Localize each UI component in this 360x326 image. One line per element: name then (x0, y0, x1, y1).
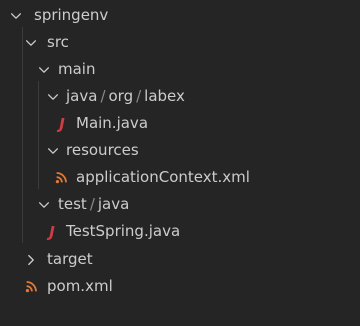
tree-item-src[interactable]: src (0, 29, 360, 56)
tree-item-label: TestSpring.java (66, 222, 181, 240)
tree-item-test-spring-java[interactable]: J TestSpring.java (0, 218, 360, 245)
path-separator: / (136, 87, 142, 105)
tree-item-test-java[interactable]: test / java (0, 191, 360, 218)
java-icon: J (49, 222, 55, 241)
chevron-down-icon[interactable] (43, 83, 63, 110)
compact-folder-path: java / org / labex (66, 86, 185, 106)
xml-rss-icon (53, 164, 69, 191)
tree-item-label: target (47, 250, 93, 268)
compact-folder-path: test / java (58, 194, 129, 214)
tree-item-main-java[interactable]: J Main.java (0, 110, 360, 137)
path-segment[interactable]: java (98, 195, 129, 213)
tree-item-java-org-labex[interactable]: java / org / labex (0, 83, 360, 110)
chevron-down-icon[interactable] (43, 137, 63, 164)
file-explorer-tree: springenv src main java / org / labex J Main… (0, 0, 360, 326)
tree-item-springenv[interactable]: springenv (0, 2, 360, 29)
tree-item-label: resources (66, 141, 139, 159)
tree-item-main[interactable]: main (0, 56, 360, 83)
tree-item-pom-xml[interactable]: pom.xml (0, 273, 360, 300)
path-separator: / (100, 87, 106, 105)
path-segment[interactable]: java (66, 87, 97, 105)
xml-rss-icon (23, 273, 39, 300)
tree-item-application-context-xml[interactable]: applicationContext.xml (0, 164, 360, 191)
path-segment[interactable]: labex (144, 87, 185, 105)
tree-item-label: applicationContext.xml (76, 168, 250, 186)
path-segment[interactable]: test (58, 195, 87, 213)
chevron-down-icon[interactable] (21, 29, 41, 56)
tree-item-label: Main.java (76, 114, 149, 132)
java-icon: J (59, 114, 65, 133)
tree-item-label: src (47, 33, 69, 51)
tree-item-label: pom.xml (47, 277, 113, 295)
chevron-down-icon[interactable] (34, 56, 54, 83)
tree-item-label: springenv (34, 6, 109, 24)
path-separator: / (89, 195, 95, 213)
path-segment[interactable]: org (109, 87, 134, 105)
chevron-down-icon[interactable] (6, 2, 26, 29)
tree-item-label: main (58, 60, 96, 78)
tree-item-resources[interactable]: resources (0, 137, 360, 164)
chevron-down-icon[interactable] (34, 191, 54, 218)
chevron-right-icon[interactable] (21, 246, 41, 273)
tree-item-target[interactable]: target (0, 246, 360, 273)
